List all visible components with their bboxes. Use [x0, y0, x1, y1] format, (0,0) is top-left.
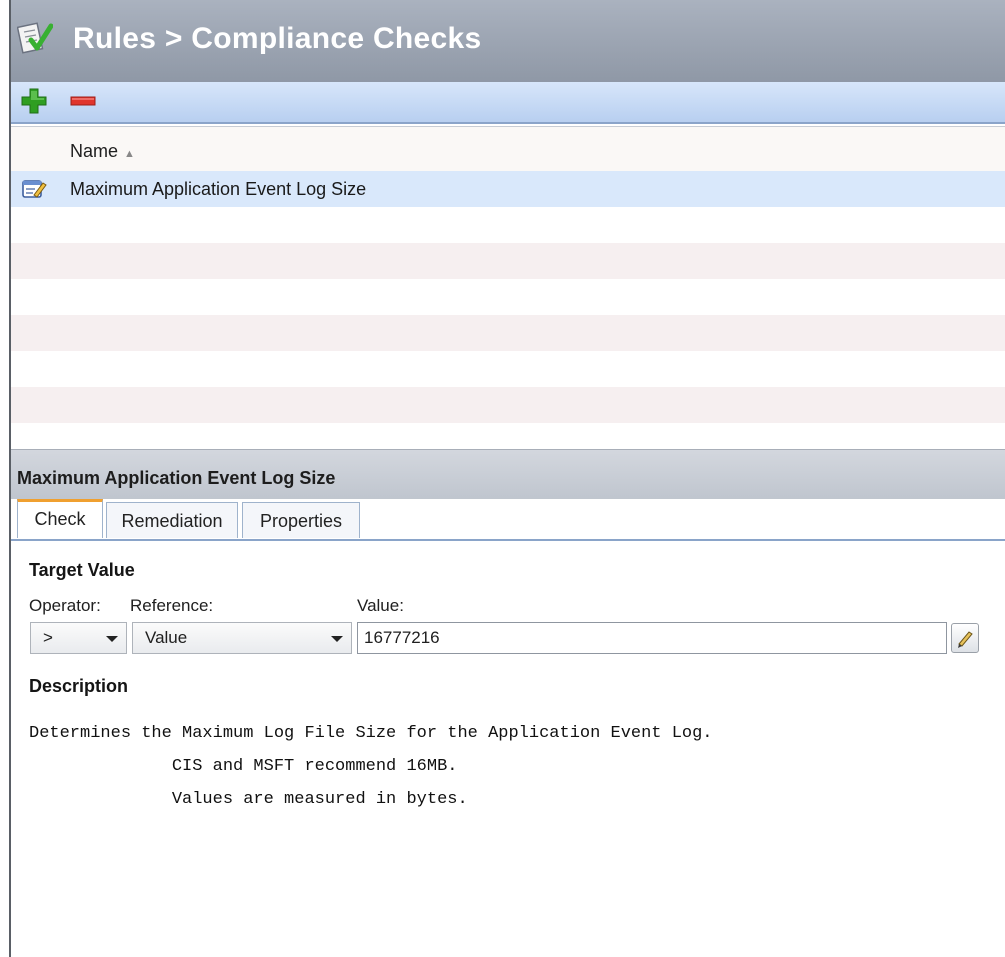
- column-header-name-label: Name: [70, 141, 119, 161]
- rule-name: Maximum Application Event Log Size: [70, 179, 367, 199]
- operator-select-value: >: [43, 628, 53, 647]
- grid-header: Name ▲: [11, 127, 1005, 172]
- value-label: Value:: [357, 596, 404, 615]
- minus-icon[interactable]: [69, 86, 99, 116]
- empty-row: [11, 387, 1005, 423]
- description-heading: Description: [29, 676, 129, 696]
- chevron-down-icon: [106, 636, 118, 642]
- toolbar: [11, 82, 1005, 124]
- value-input[interactable]: [357, 622, 947, 654]
- compliance-checklist-icon: [17, 22, 53, 54]
- reference-select-value: Value: [145, 628, 188, 647]
- empty-row: [11, 279, 1005, 315]
- table-row[interactable]: Maximum Application Event Log Size: [11, 171, 1005, 207]
- title-bar: Rules > Compliance Checks: [11, 0, 1005, 82]
- reference-label: Reference:: [130, 596, 214, 615]
- operator-label: Operator:: [29, 596, 101, 615]
- rule-document-icon: [22, 180, 47, 198]
- edit-value-button[interactable]: [951, 623, 979, 653]
- tab-check[interactable]: Check: [17, 499, 103, 538]
- sort-indicator-icon: ▲: [124, 148, 135, 160]
- chevron-down-icon: [331, 636, 343, 642]
- page-title: Rules > Compliance Checks: [73, 22, 482, 55]
- rules-grid: Name ▲ Maximum Application Event Log Size: [11, 126, 1005, 450]
- empty-row: [11, 243, 1005, 279]
- empty-row: [11, 351, 1005, 387]
- target-value-heading: Target Value: [29, 560, 135, 580]
- tab-remediation[interactable]: Remediation: [106, 502, 238, 538]
- operator-select[interactable]: >: [30, 622, 127, 654]
- column-header-name[interactable]: Name ▲: [70, 141, 135, 162]
- app-window: Rules > Compliance Checks Name ▲ Maximum…: [9, 0, 1005, 957]
- tab-properties[interactable]: Properties: [242, 502, 360, 538]
- pencil-icon: [958, 631, 973, 648]
- reference-select[interactable]: Value: [132, 622, 352, 654]
- description-text: Determines the Maximum Log File Size for…: [29, 724, 713, 809]
- detail-title: Maximum Application Event Log Size: [17, 468, 336, 488]
- detail-header: Maximum Application Event Log Size: [11, 449, 1005, 500]
- detail-tabs: Check Remediation Properties: [11, 499, 1005, 541]
- empty-row: [11, 315, 1005, 351]
- plus-icon[interactable]: [19, 86, 49, 116]
- empty-row: [11, 207, 1005, 243]
